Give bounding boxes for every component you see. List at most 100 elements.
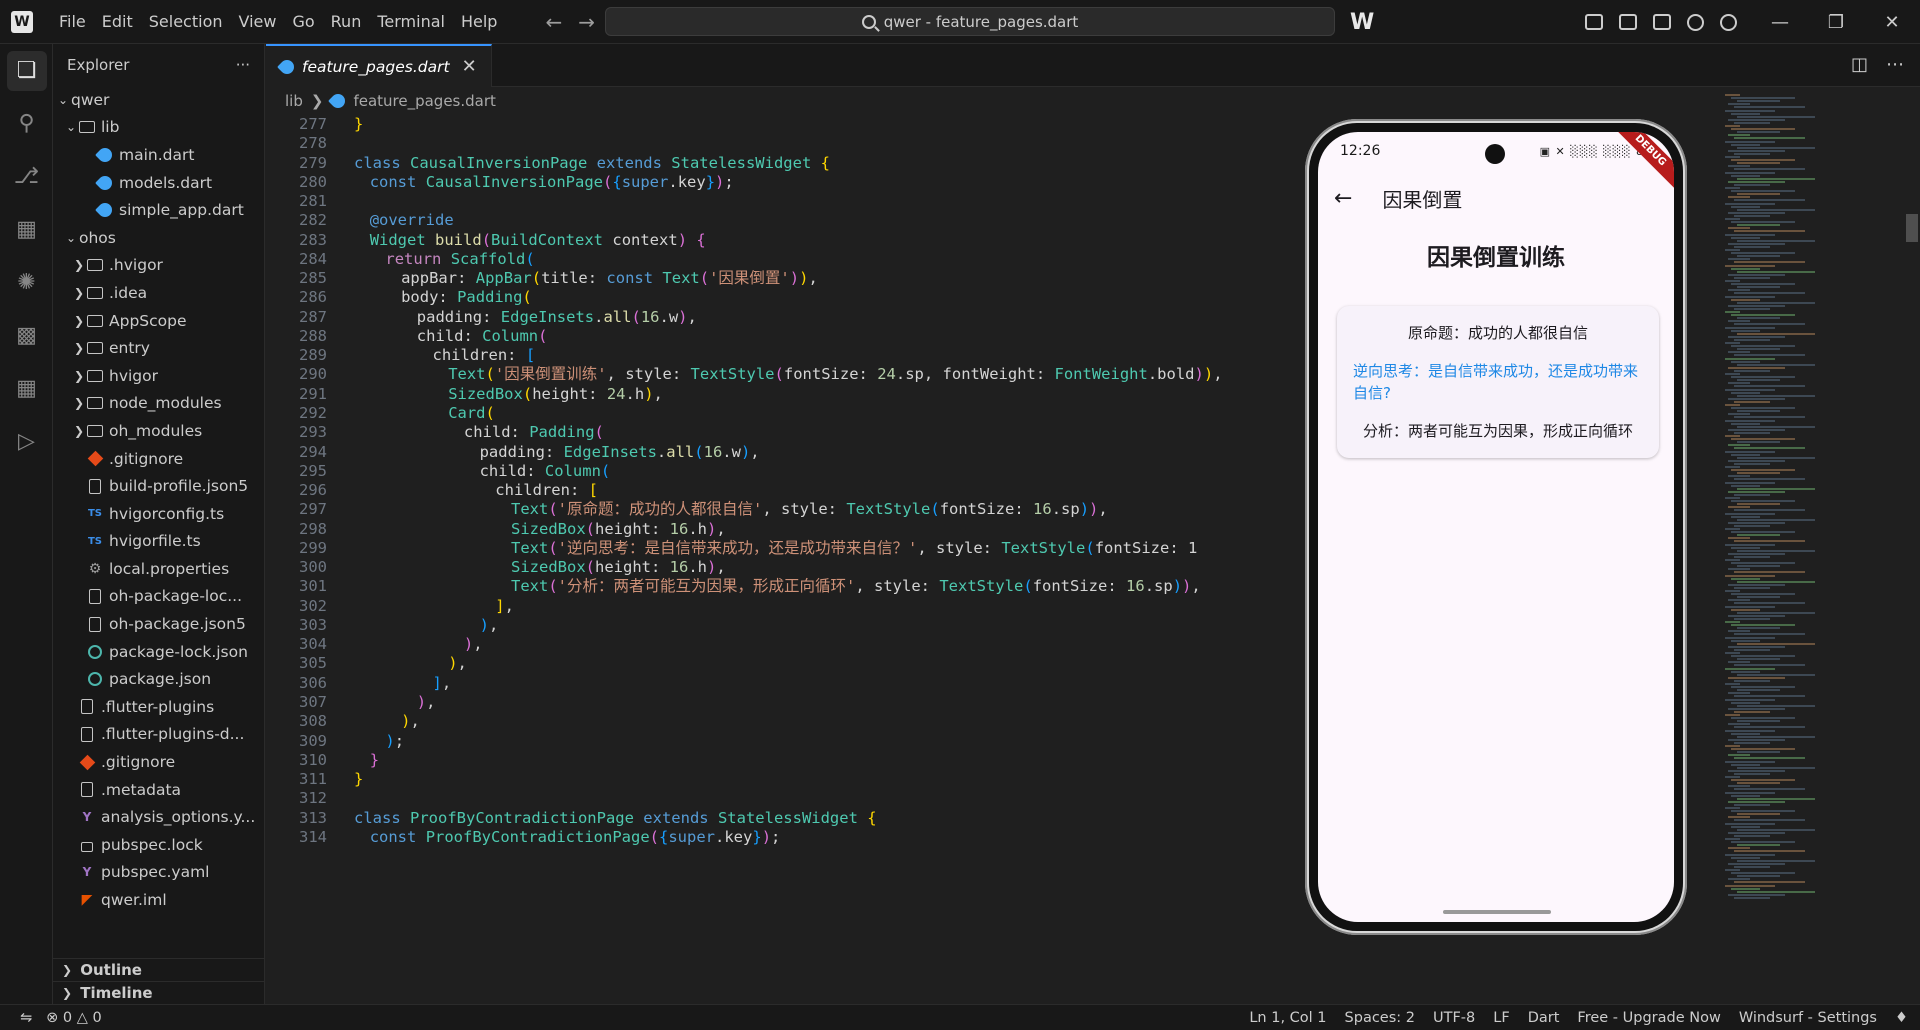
tab-feature-pages[interactable]: feature_pages.dart ✕ [266, 44, 492, 87]
restore-icon[interactable]: ❐ [1808, 0, 1864, 44]
tree-file[interactable]: Yanalysis_options.y... [53, 803, 264, 831]
tree-folder[interactable]: ❯ AppScope [53, 307, 264, 335]
back-arrow-icon[interactable]: ← [545, 10, 562, 34]
menu-run[interactable]: Run [323, 0, 370, 44]
testing-icon[interactable]: ▷ [0, 415, 53, 468]
code-token: , [1213, 365, 1223, 384]
source-control-icon[interactable]: ⎇ [0, 150, 53, 203]
tree-file[interactable]: package.json [53, 665, 264, 693]
tree-folder-qwer[interactable]: ⌄ qwer [53, 86, 264, 114]
breadcrumb-folder[interactable]: lib [285, 92, 303, 110]
outline-section[interactable]: ❯ Outline [53, 958, 264, 981]
account-icon[interactable] [1720, 13, 1737, 31]
code-token: ) [416, 692, 427, 711]
tree-file[interactable]: .gitignore [53, 445, 264, 473]
close-window-icon[interactable]: ✕ [1864, 0, 1920, 44]
more-actions-icon[interactable]: ⋯ [1886, 54, 1904, 75]
menu-file[interactable]: File [51, 0, 94, 44]
tree-folder-ohos[interactable]: ⌄ ohos [53, 224, 264, 252]
windsurf-settings[interactable]: Windsurf - Settings [1739, 1010, 1877, 1026]
tree-file[interactable]: Ypubspec.yaml [53, 859, 264, 887]
explorer-icon[interactable]: ❏ [0, 44, 53, 97]
toggle-panel-icon[interactable] [1619, 14, 1637, 30]
cursor-position[interactable]: Ln 1, Col 1 [1249, 1010, 1326, 1026]
upgrade-link[interactable]: Free - Upgrade Now [1577, 1010, 1720, 1026]
tree-file[interactable]: models.dart [53, 169, 264, 197]
tree-file[interactable]: .flutter-plugins-d... [53, 721, 264, 749]
minimap-line [1734, 338, 1770, 341]
tree-file[interactable]: pubspec.lock [53, 831, 264, 859]
tree-folder[interactable]: ❯ .idea [53, 279, 264, 307]
tree-folder[interactable]: ❯ hvigor [53, 362, 264, 390]
indentation[interactable]: Spaces: 2 [1345, 1010, 1415, 1026]
remote-explorer-icon[interactable]: ▩ [0, 309, 53, 362]
minimap-line [1731, 748, 1795, 751]
code-token: ) [678, 307, 688, 326]
menu-go[interactable]: Go [284, 0, 322, 44]
code-text: SizedBox(height: 24.h), [327, 385, 663, 404]
minimap-line [1725, 140, 1775, 143]
minimap-line [1725, 171, 1775, 174]
minimap-line [1731, 267, 1760, 270]
forward-arrow-icon[interactable]: → [578, 10, 595, 34]
tree-file[interactable]: simple_app.dart [53, 196, 264, 224]
tree-file[interactable]: .metadata [53, 776, 264, 804]
breadcrumb-file[interactable]: feature_pages.dart [353, 92, 495, 110]
problems-indicator[interactable]: ⊗ 0 △ 0 [46, 1010, 102, 1026]
tree-file[interactable]: ◤ qwer.iml [53, 886, 264, 914]
timeline-section[interactable]: ❯ Timeline [53, 981, 264, 1004]
minimap-line [1737, 658, 1780, 661]
toggle-primary-sidebar-icon[interactable] [1585, 14, 1603, 30]
search-icon[interactable]: ⚲ [0, 97, 53, 150]
code-text: ), [327, 712, 420, 731]
more-actions-icon[interactable]: ··· [236, 56, 250, 74]
language-mode[interactable]: Dart [1528, 1010, 1560, 1026]
code-text: } [327, 115, 363, 134]
close-tab-icon[interactable]: ✕ [462, 56, 477, 77]
tree-file[interactable]: oh-package.json5 [53, 610, 264, 638]
tree-file[interactable]: .gitignore [53, 748, 264, 776]
encoding[interactable]: UTF-8 [1433, 1010, 1475, 1026]
code-text: padding: EdgeInsets.all(16.w), [327, 308, 697, 327]
minimap-line [1731, 593, 1795, 596]
code-token: Widget [369, 230, 436, 249]
tree-folder[interactable]: ❯ .hvigor [53, 252, 264, 280]
tree-file[interactable]: TS hvigorconfig.ts [53, 500, 264, 528]
tree-file[interactable]: package-lock.json [53, 638, 264, 666]
menu-selection[interactable]: Selection [141, 0, 231, 44]
content-card: 原命题：成功的人都很自信 逆向思考：是自信带来成功，还是成功带来自信? 分析：两… [1337, 306, 1659, 458]
gear-icon[interactable] [1687, 13, 1704, 31]
menu-help[interactable]: Help [453, 0, 505, 44]
notifications-bell-icon[interactable]: ♦ [1895, 1010, 1908, 1026]
tree-file[interactable]: .flutter-plugins [53, 693, 264, 721]
tree-file[interactable]: ⚙ local.properties [53, 555, 264, 583]
toggle-secondary-sidebar-icon[interactable] [1653, 14, 1671, 30]
menu-view[interactable]: View [231, 0, 285, 44]
split-editor-icon[interactable]: ◫ [1851, 54, 1868, 75]
home-indicator[interactable] [1443, 910, 1551, 914]
tree-folder[interactable]: ❯ node_modules [53, 390, 264, 418]
end-of-line[interactable]: LF [1493, 1010, 1509, 1026]
code-token: , [441, 673, 452, 692]
debug-icon[interactable]: ✺ [0, 256, 53, 309]
windsurf-agent-icon[interactable]: W [1350, 10, 1374, 35]
tree-file[interactable]: TS hvigorfile.ts [53, 528, 264, 556]
back-arrow-icon[interactable]: ← [1334, 186, 1352, 211]
map-icon[interactable]: ▦ [0, 203, 53, 256]
tree-folder-lib[interactable]: ⌄ lib [53, 114, 264, 142]
menu-terminal[interactable]: Terminal [369, 0, 453, 44]
minimize-icon[interactable]: — [1752, 0, 1808, 44]
remote-indicator-icon[interactable]: ⇋ [20, 1010, 32, 1026]
menu-edit[interactable]: Edit [94, 0, 141, 44]
minimap[interactable] [1721, 44, 1821, 899]
tree-file[interactable]: oh-package-loc... [53, 583, 264, 611]
editor-scrollbar[interactable] [1906, 214, 1918, 242]
code-token: all [603, 307, 632, 326]
tree-file[interactable]: main.dart [53, 141, 264, 169]
tree-folder[interactable]: ❯ oh_modules [53, 417, 264, 445]
extensions-icon[interactable]: ▦ [0, 362, 53, 415]
tree-folder[interactable]: ❯ entry [53, 334, 264, 362]
tree-file[interactable]: build-profile.json5 [53, 472, 264, 500]
command-center[interactable]: qwer - feature_pages.dart [605, 7, 1335, 36]
line-number: 310 [299, 750, 327, 769]
